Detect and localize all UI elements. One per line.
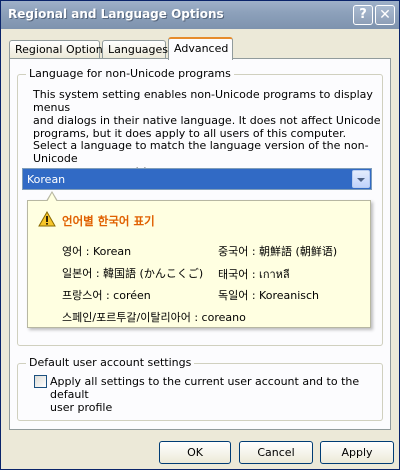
apply-default-user-checkbox[interactable] [34,375,47,388]
tooltip-entry: 일본어 : 韓国語 (かんこくご) [62,267,204,280]
tooltip-entry: 중국어 : 朝鮮語 (朝鲜语) [218,245,338,258]
close-button[interactable]: ✕ [375,5,395,25]
tab-languages[interactable]: Languages [102,40,169,58]
tab-regional-options[interactable]: Regional Options [9,40,108,58]
tooltip-entry: 태국어 : เกาหลี [218,268,290,281]
checkbox-label-line: Apply all settings to the current user a… [50,375,360,401]
ok-button[interactable]: OK [159,441,231,464]
chevron-down-icon [357,178,365,182]
group-legend: Default user account settings [26,356,195,369]
language-tooltip: 언어별 한국어 표기 영어 : Korean 중국어 : 朝鮮語 (朝鲜语) 일… [27,191,371,328]
dropdown-button[interactable] [352,170,370,188]
description-line: and dialogs in their native language. It… [33,114,381,127]
description-line: This system setting enables non-Unicode … [33,88,373,114]
help-icon: ? [359,7,367,22]
group-legend: Language for non-Unicode programs [26,67,234,80]
tab-label: Advanced [174,42,229,55]
tooltip-entry: 영어 : Korean [62,245,132,258]
tooltip-entry: 스페인/포르투갈/이탈리아어 : coreano [62,311,246,324]
tooltip-title: 언어별 한국어 표기 [62,214,155,228]
cancel-button[interactable]: Cancel [239,441,313,464]
checkbox-label-line: user profile [50,401,113,414]
apply-button[interactable]: Apply [320,441,394,464]
dialog-window: Regional and Language Options ? ✕ Region… [0,0,400,470]
title-bar[interactable]: Regional and Language Options ? ✕ [1,1,399,29]
language-select-value: Korean [27,173,66,186]
help-button[interactable]: ? [353,5,373,25]
close-icon: ✕ [379,7,391,23]
window-title: Regional and Language Options [8,7,224,21]
tooltip-entry: 독일어 : Koreanisch [218,289,320,302]
description-text: This system setting enables non-Unicode … [33,88,399,140]
tab-advanced[interactable]: Advanced [168,37,233,60]
tab-label: Regional Options [15,43,109,56]
checkbox-label[interactable]: Apply all settings to the current user a… [50,375,399,414]
tooltip-entry: 프랑스어 : coréen [62,289,151,302]
instruction-line: Select a language to match the language … [33,139,369,165]
tooltip-pointer-fill [47,193,57,202]
tab-label: Languages [108,43,169,56]
language-select[interactable]: Korean [22,168,372,190]
warning-icon [38,211,56,227]
